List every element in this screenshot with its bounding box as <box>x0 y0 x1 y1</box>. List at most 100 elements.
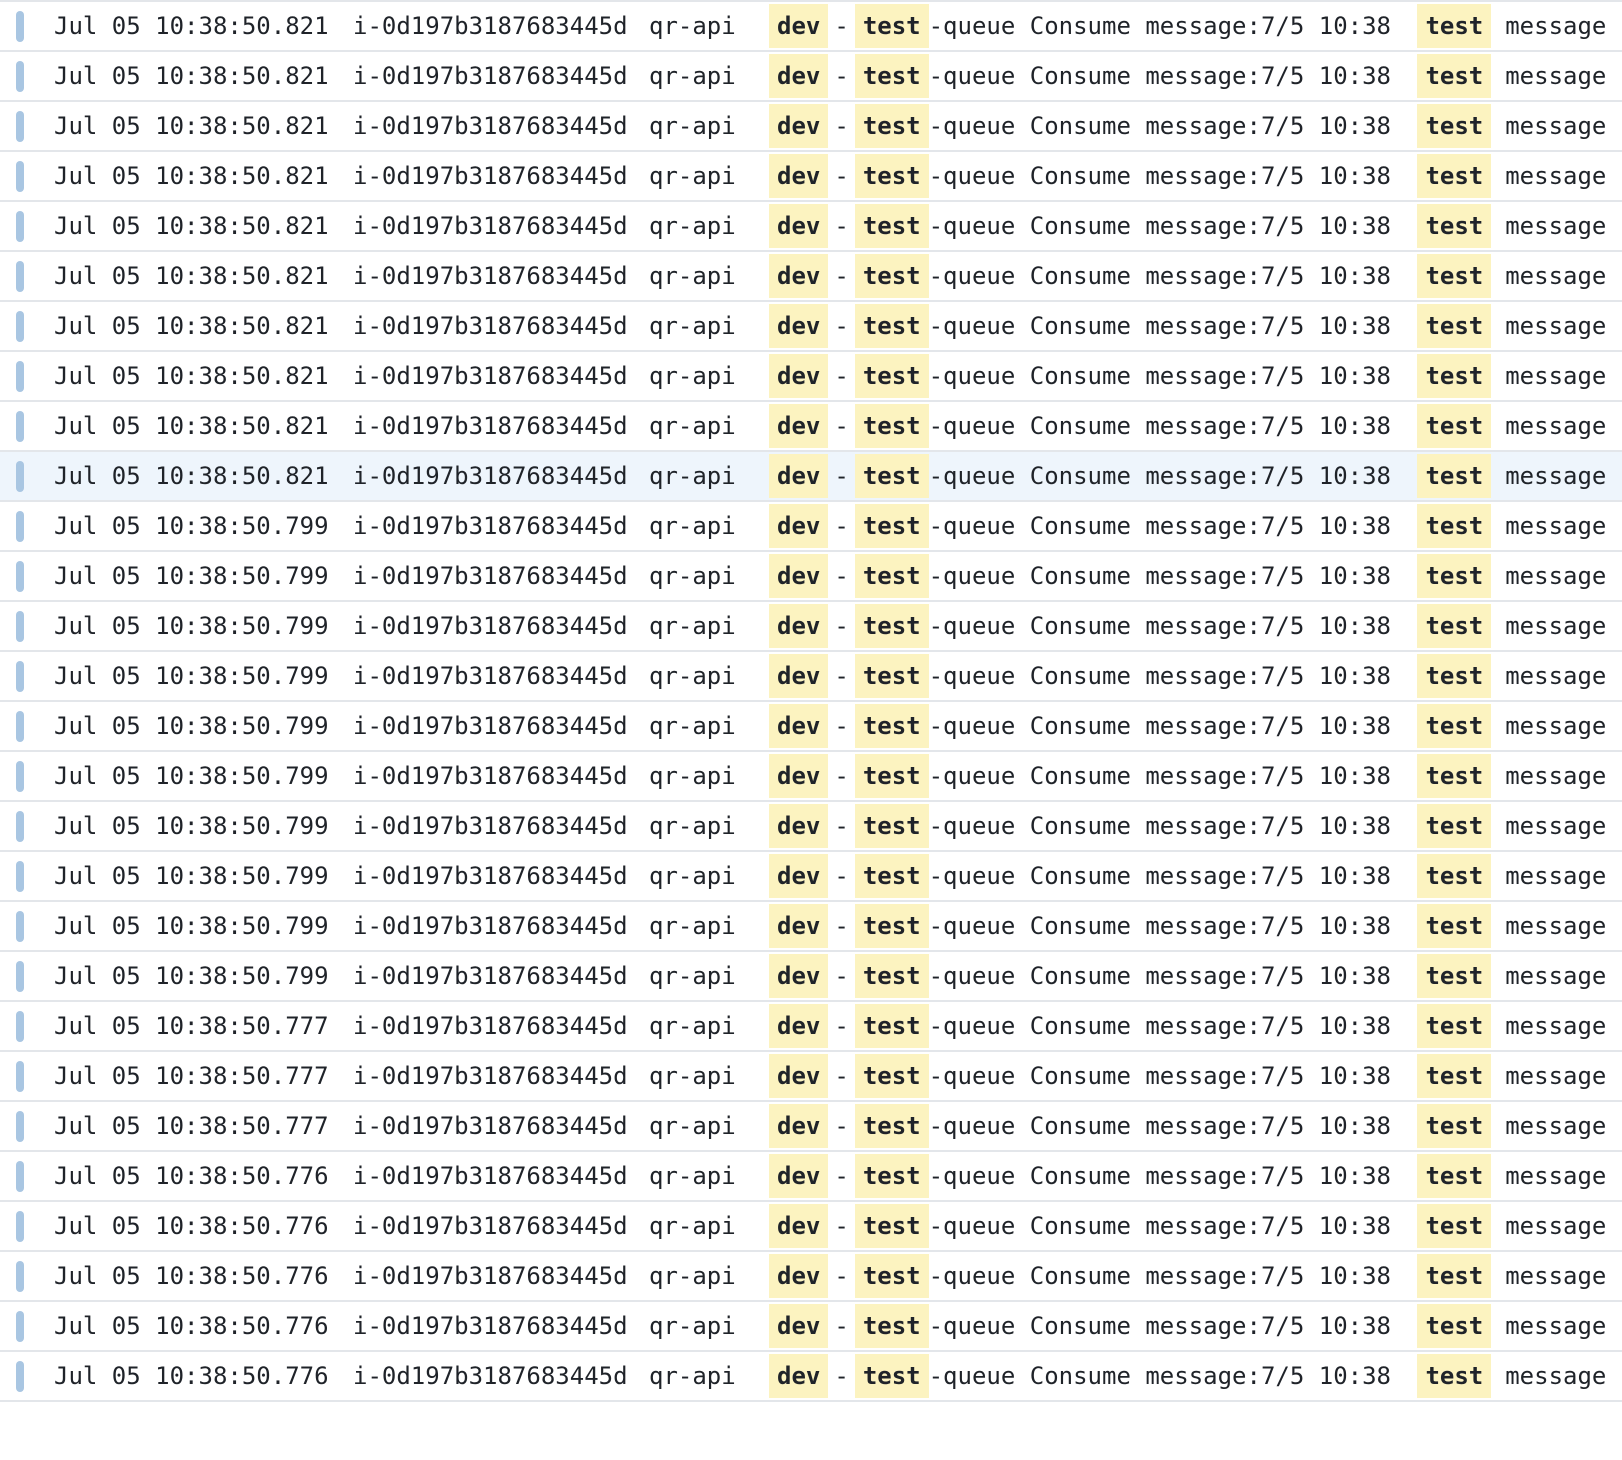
log-row[interactable]: Jul 05 10:38:50.777 i-0d197b3187683445d qr… <box>0 1002 1622 1052</box>
log-row[interactable]: Jul 05 10:38:50.821 i-0d197b3187683445d qr… <box>0 52 1622 102</box>
log-timestamp: Jul 05 10:38:50.776 <box>54 1262 329 1290</box>
log-service: qr-api <box>649 1362 736 1390</box>
row-severity-marker <box>16 411 24 442</box>
log-row[interactable]: Jul 05 10:38:50.821 i-0d197b3187683445d qr… <box>0 452 1622 502</box>
message-text: - <box>834 812 849 840</box>
log-message: dev - test -queue Consume message:7/5 10:38… <box>769 1051 1606 1101</box>
log-row[interactable]: Jul 05 10:38:50.776 i-0d197b3187683445d qr… <box>0 1202 1622 1252</box>
message-text: message <box>1505 1012 1607 1040</box>
log-service: qr-api <box>649 1062 736 1090</box>
search-highlight: test <box>1417 954 1492 998</box>
log-row[interactable]: Jul 05 10:38:50.776 i-0d197b3187683445d qr… <box>0 1352 1622 1402</box>
search-highlight: dev <box>769 704 829 748</box>
row-severity-marker <box>16 11 24 42</box>
row-severity-marker <box>16 661 24 692</box>
search-highlight: test <box>854 1154 929 1198</box>
search-highlight: test <box>1417 454 1492 498</box>
log-row[interactable]: Jul 05 10:38:50.821 i-0d197b3187683445d qr… <box>0 202 1622 252</box>
row-severity-marker <box>16 211 24 242</box>
log-row[interactable]: Jul 05 10:38:50.799 i-0d197b3187683445d qr… <box>0 702 1622 752</box>
message-text: message <box>1505 12 1607 40</box>
row-severity-marker <box>16 611 24 642</box>
log-service: qr-api <box>649 612 736 640</box>
row-severity-marker <box>16 911 24 942</box>
log-row[interactable]: Jul 05 10:38:50.799 i-0d197b3187683445d qr… <box>0 902 1622 952</box>
search-highlight: test <box>854 654 929 698</box>
log-row[interactable]: Jul 05 10:38:50.799 i-0d197b3187683445d qr… <box>0 652 1622 702</box>
log-row[interactable]: Jul 05 10:38:50.799 i-0d197b3187683445d qr… <box>0 752 1622 802</box>
log-row[interactable]: Jul 05 10:38:50.821 i-0d197b3187683445d qr… <box>0 102 1622 152</box>
log-instance-id: i-0d197b3187683445d <box>353 712 628 740</box>
search-highlight: dev <box>769 954 829 998</box>
message-text: -queue Consume message:7/5 10:38 <box>928 1162 1406 1190</box>
log-instance-id: i-0d197b3187683445d <box>353 1062 628 1090</box>
log-message: dev - test -queue Consume message:7/5 10:38… <box>769 1351 1606 1401</box>
message-text: - <box>834 1212 849 1240</box>
log-row[interactable]: Jul 05 10:38:50.799 i-0d197b3187683445d qr… <box>0 802 1622 852</box>
message-text: - <box>834 712 849 740</box>
message-text: message <box>1505 412 1607 440</box>
message-text: -queue Consume message:7/5 10:38 <box>928 912 1406 940</box>
search-highlight: test <box>1417 854 1492 898</box>
log-row[interactable]: Jul 05 10:38:50.821 i-0d197b3187683445d qr… <box>0 152 1622 202</box>
log-instance-id: i-0d197b3187683445d <box>353 1312 628 1340</box>
search-highlight: test <box>1417 354 1492 398</box>
search-highlight: dev <box>769 454 829 498</box>
message-text: message <box>1505 62 1607 90</box>
search-highlight: test <box>1417 1104 1492 1148</box>
message-text: message <box>1505 762 1607 790</box>
log-row[interactable]: Jul 05 10:38:50.799 i-0d197b3187683445d qr… <box>0 502 1622 552</box>
log-row[interactable]: Jul 05 10:38:50.776 i-0d197b3187683445d qr… <box>0 1302 1622 1352</box>
log-timestamp: Jul 05 10:38:50.821 <box>54 362 329 390</box>
log-message: dev - test -queue Consume message:7/5 10:38… <box>769 1 1606 51</box>
log-row[interactable]: Jul 05 10:38:50.776 i-0d197b3187683445d qr… <box>0 1252 1622 1302</box>
log-instance-id: i-0d197b3187683445d <box>353 1212 628 1240</box>
log-instance-id: i-0d197b3187683445d <box>353 612 628 640</box>
message-text: - <box>834 612 849 640</box>
message-text: - <box>834 1262 849 1290</box>
log-row[interactable]: Jul 05 10:38:50.821 i-0d197b3187683445d qr… <box>0 2 1622 52</box>
log-timestamp: Jul 05 10:38:50.799 <box>54 812 329 840</box>
log-row[interactable]: Jul 05 10:38:50.821 i-0d197b3187683445d qr… <box>0 402 1622 452</box>
log-row[interactable]: Jul 05 10:38:50.799 i-0d197b3187683445d qr… <box>0 602 1622 652</box>
row-severity-marker <box>16 111 24 142</box>
log-service: qr-api <box>649 112 736 140</box>
message-text: -queue Consume message:7/5 10:38 <box>928 362 1406 390</box>
message-text: - <box>834 162 849 190</box>
search-highlight: dev <box>769 1354 829 1398</box>
message-text: -queue Consume message:7/5 10:38 <box>928 312 1406 340</box>
log-row[interactable]: Jul 05 10:38:50.777 i-0d197b3187683445d qr… <box>0 1102 1622 1152</box>
search-highlight: test <box>854 804 929 848</box>
message-text: message <box>1505 712 1607 740</box>
search-highlight: dev <box>769 54 829 98</box>
log-instance-id: i-0d197b3187683445d <box>353 12 628 40</box>
log-row[interactable]: Jul 05 10:38:50.799 i-0d197b3187683445d qr… <box>0 852 1622 902</box>
log-timestamp: Jul 05 10:38:50.799 <box>54 762 329 790</box>
log-instance-id: i-0d197b3187683445d <box>353 962 628 990</box>
log-row[interactable]: Jul 05 10:38:50.777 i-0d197b3187683445d qr… <box>0 1052 1622 1102</box>
log-timestamp: Jul 05 10:38:50.799 <box>54 562 329 590</box>
log-instance-id: i-0d197b3187683445d <box>353 662 628 690</box>
search-highlight: test <box>1417 604 1492 648</box>
message-text: -queue Consume message:7/5 10:38 <box>928 1062 1406 1090</box>
log-row[interactable]: Jul 05 10:38:50.799 i-0d197b3187683445d qr… <box>0 552 1622 602</box>
log-service: qr-api <box>649 762 736 790</box>
log-instance-id: i-0d197b3187683445d <box>353 1262 628 1290</box>
log-row[interactable]: Jul 05 10:38:50.821 i-0d197b3187683445d qr… <box>0 352 1622 402</box>
search-highlight: test <box>854 904 929 948</box>
log-row[interactable]: Jul 05 10:38:50.821 i-0d197b3187683445d qr… <box>0 252 1622 302</box>
message-text: - <box>834 662 849 690</box>
log-service: qr-api <box>649 1262 736 1290</box>
log-row[interactable]: Jul 05 10:38:50.776 i-0d197b3187683445d qr… <box>0 1152 1622 1202</box>
row-severity-marker <box>16 1361 24 1392</box>
search-highlight: test <box>854 1104 929 1148</box>
message-text: -queue Consume message:7/5 10:38 <box>928 812 1406 840</box>
log-row[interactable]: Jul 05 10:38:50.821 i-0d197b3187683445d qr… <box>0 302 1622 352</box>
message-text: - <box>834 1112 849 1140</box>
row-severity-marker <box>16 1011 24 1042</box>
message-text: -queue Consume message:7/5 10:38 <box>928 412 1406 440</box>
log-service: qr-api <box>649 362 736 390</box>
row-severity-marker <box>16 1061 24 1092</box>
log-row[interactable]: Jul 05 10:38:50.799 i-0d197b3187683445d qr… <box>0 952 1622 1002</box>
search-highlight: dev <box>769 4 829 48</box>
